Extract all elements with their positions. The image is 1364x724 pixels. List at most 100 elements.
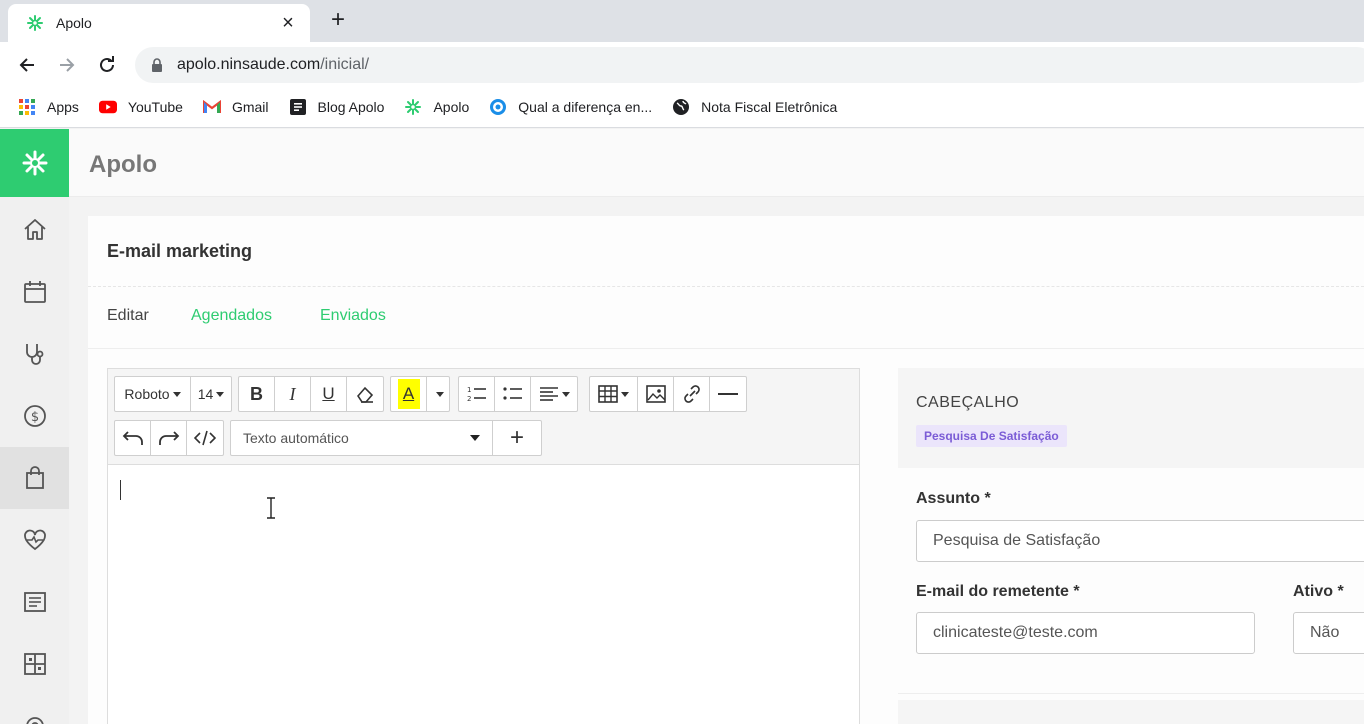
subject-input[interactable] xyxy=(916,520,1364,562)
bookmark-nota-fiscal[interactable]: Nota Fiscal Eletrônica xyxy=(672,98,837,116)
sidebar-item-finance[interactable]: $ xyxy=(0,385,69,447)
highlight-dropdown[interactable] xyxy=(427,377,449,411)
font-size-value: 14 xyxy=(197,386,214,402)
insert-image-button[interactable] xyxy=(638,377,674,411)
bookmarks-bar: Apps YouTube Gmail Blog Apolo Apolo Qual… xyxy=(0,86,1364,128)
active-select[interactable] xyxy=(1293,612,1364,654)
caret-down-icon xyxy=(216,391,225,397)
insert-auto-text-button[interactable]: + xyxy=(493,421,541,455)
ordered-list-button[interactable]: 12 xyxy=(459,377,495,411)
font-size-dropdown[interactable]: 14 xyxy=(191,377,231,411)
highlight-button[interactable]: A xyxy=(391,377,427,411)
sidebar-item-stethoscope[interactable] xyxy=(0,323,69,385)
reload-icon[interactable] xyxy=(96,54,118,76)
svg-text:2: 2 xyxy=(467,395,471,403)
new-tab-button[interactable]: + xyxy=(326,8,350,33)
table-dropdown[interactable] xyxy=(590,377,638,411)
editor-content-area[interactable] xyxy=(108,465,859,724)
underline-button[interactable]: U xyxy=(311,377,347,411)
auto-text-group: Texto automático + xyxy=(230,420,542,456)
auto-text-value: Texto automático xyxy=(243,430,349,446)
home-icon xyxy=(23,219,46,240)
ordered-list-icon: 12 xyxy=(467,386,486,403)
bookmark-label: YouTube xyxy=(127,98,183,115)
header-badge[interactable]: Pesquisa De Satisfação xyxy=(916,425,1067,447)
forward-icon[interactable] xyxy=(56,54,78,76)
highlight-color-swatch: A xyxy=(397,379,420,409)
rich-text-editor: Roboto 14 B I U A 12 Texto automático + xyxy=(107,368,860,724)
bookmark-youtube[interactable]: YouTube xyxy=(98,98,183,116)
sidebar-item-dashboard[interactable] xyxy=(0,633,69,695)
horizontal-rule-button[interactable] xyxy=(710,377,746,411)
tab-agendados[interactable]: Agendados xyxy=(191,307,272,325)
font-group: Roboto 14 xyxy=(114,376,232,412)
align-dropdown[interactable] xyxy=(531,377,577,411)
code-view-button[interactable] xyxy=(187,421,223,455)
caret-down-icon xyxy=(470,435,480,441)
undo-button[interactable] xyxy=(115,421,151,455)
tab-editar[interactable]: Editar xyxy=(107,307,149,325)
tab-enviados[interactable]: Enviados xyxy=(320,307,386,325)
bookmark-label: Gmail xyxy=(231,98,269,115)
youtube-icon xyxy=(98,98,117,116)
header-section: CABEÇALHO Pesquisa De Satisfação xyxy=(898,368,1364,468)
gmail-icon xyxy=(202,98,221,116)
bookmark-gmail[interactable]: Gmail xyxy=(202,98,269,116)
url-path: /inicial/ xyxy=(320,56,370,73)
shopping-bag-icon xyxy=(25,466,44,489)
bookmark-blog-apolo[interactable]: Blog Apolo xyxy=(289,98,385,116)
text-caret xyxy=(120,480,121,500)
redo-icon xyxy=(158,431,179,445)
bookmark-apps[interactable]: Apps xyxy=(18,98,79,116)
browser-tab-apolo[interactable]: Apolo × xyxy=(8,4,310,42)
sidebar-item-home[interactable] xyxy=(0,199,69,261)
sidebar-item-health[interactable] xyxy=(0,509,69,571)
apolo-logo-icon xyxy=(404,98,422,116)
bullet-list-button[interactable] xyxy=(495,377,531,411)
back-icon[interactable] xyxy=(16,54,38,76)
clear-format-button[interactable] xyxy=(347,377,383,411)
tabs-bar: Editar Agendados Enviados xyxy=(88,287,1364,349)
bold-button[interactable]: B xyxy=(239,377,275,411)
bookmark-label: Blog Apolo xyxy=(317,98,385,115)
bookmark-qual-a-diferenca[interactable]: Qual a diferença en... xyxy=(489,98,652,116)
sender-email-input[interactable] xyxy=(916,612,1255,654)
divider xyxy=(898,693,1364,694)
apolo-logo-icon xyxy=(22,150,47,176)
bookmark-label: Apolo xyxy=(433,98,470,115)
bookmark-label: Apps xyxy=(47,98,79,115)
ibeam-cursor-icon xyxy=(267,497,275,519)
bullet-list-icon xyxy=(502,387,522,400)
url-omnibox[interactable]: apolo.ninsaude.com/inicial/ xyxy=(135,47,1364,83)
gear-icon xyxy=(25,717,44,724)
bookmark-apolo[interactable]: Apolo xyxy=(404,98,469,116)
app-name: Apolo xyxy=(89,151,157,178)
grid-icon xyxy=(23,653,46,675)
sidebar-item-calendar[interactable] xyxy=(0,261,69,323)
image-icon xyxy=(645,385,666,403)
header-section-label: CABEÇALHO xyxy=(916,394,1020,411)
sidebar: $ xyxy=(0,197,69,724)
active-tab-indicator xyxy=(88,345,170,348)
insert-link-button[interactable] xyxy=(674,377,710,411)
sidebar-item-reports[interactable] xyxy=(0,571,69,633)
caret-down-icon xyxy=(621,391,629,397)
email-marketing-card: E-mail marketing Editar Agendados Enviad… xyxy=(88,216,1364,724)
sidebar-item-settings[interactable] xyxy=(0,695,69,724)
svg-text:1: 1 xyxy=(467,386,471,394)
eraser-icon xyxy=(356,386,374,403)
apps-grid-icon xyxy=(18,98,36,116)
italic-button[interactable]: I xyxy=(275,377,311,411)
font-family-dropdown[interactable]: Roboto xyxy=(115,377,191,411)
app-logo[interactable] xyxy=(0,129,69,197)
color-group: A xyxy=(390,376,450,412)
align-left-icon xyxy=(539,387,558,401)
sidebar-item-marketing[interactable] xyxy=(0,447,69,509)
close-tab-icon[interactable]: × xyxy=(278,13,298,33)
subject-label: Assunto * xyxy=(916,490,991,507)
auto-text-select[interactable]: Texto automático xyxy=(231,421,493,455)
list-group: 12 xyxy=(458,376,578,412)
globe-icon xyxy=(672,98,690,116)
redo-button[interactable] xyxy=(151,421,187,455)
active-label: Ativo * xyxy=(1293,583,1344,600)
